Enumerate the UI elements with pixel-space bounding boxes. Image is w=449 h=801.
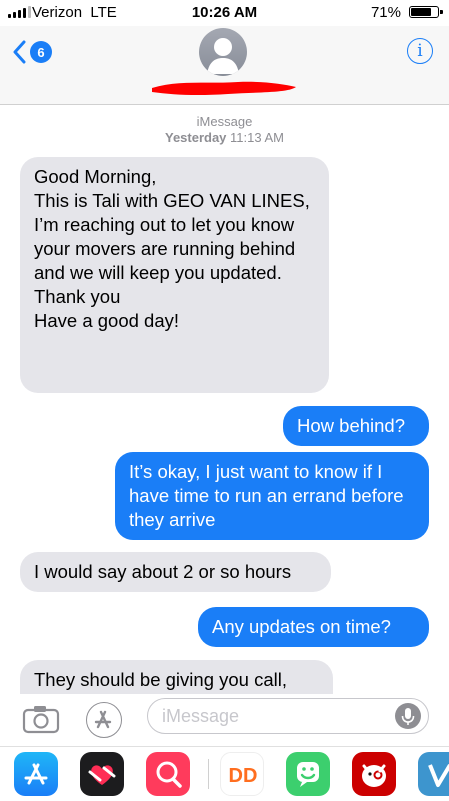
images-search-app-icon[interactable] — [146, 752, 190, 796]
compose-bar — [0, 694, 449, 744]
bitmoji-app-icon[interactable] — [286, 752, 330, 796]
service-label: iMessage — [196, 114, 253, 129]
venmo-app-icon[interactable] — [418, 752, 449, 796]
svg-text:DD: DD — [229, 765, 258, 787]
microphone-glyph-icon — [401, 708, 415, 725]
message-bubble-incoming[interactable]: Good Morning, This is Tali with GEO VAN … — [20, 157, 329, 393]
info-icon[interactable]: i — [407, 38, 433, 64]
app-store-glyph-icon — [94, 710, 112, 729]
redacted-contact-name — [152, 81, 296, 96]
person-silhouette-icon — [207, 38, 239, 74]
battery-icon — [409, 6, 443, 18]
contact-avatar[interactable] — [199, 28, 247, 76]
message-bubble-outgoing[interactable]: It’s okay, I just want to know if I have… — [115, 452, 429, 540]
battery-percent: 71% — [370, 4, 401, 21]
chevron-left-icon — [13, 40, 26, 64]
app-store-icon[interactable] — [86, 702, 122, 738]
status-bar: Verizon LTE 10:26 AM 71% — [0, 0, 449, 26]
app-store-app-icon[interactable] — [14, 752, 58, 796]
microphone-icon[interactable] — [395, 703, 421, 729]
message-bubble-incoming[interactable]: I would say about 2 or so hours — [20, 552, 331, 592]
timestamp-time: 11:13 AM — [230, 130, 285, 145]
dunkin-app-icon[interactable]: DD — [220, 752, 264, 796]
drawer-divider — [208, 759, 209, 789]
timestamp-day: Yesterday — [164, 130, 227, 145]
camera-icon[interactable] — [22, 704, 60, 734]
conversation-header: 6 i — [0, 26, 449, 105]
message-bubble-outgoing[interactable]: How behind? — [283, 406, 429, 446]
message-input[interactable] — [147, 698, 429, 734]
target-app-icon[interactable] — [352, 752, 396, 796]
digital-touch-app-icon[interactable] — [80, 752, 124, 796]
message-bubble-outgoing[interactable]: Any updates on time? — [198, 607, 429, 647]
back-button[interactable]: 6 — [12, 40, 52, 64]
unread-count-badge: 6 — [30, 41, 52, 63]
imessage-app-drawer: DD — [0, 746, 449, 801]
conversation-timestamp: iMessage Yesterday 11:13 AM — [0, 114, 449, 146]
